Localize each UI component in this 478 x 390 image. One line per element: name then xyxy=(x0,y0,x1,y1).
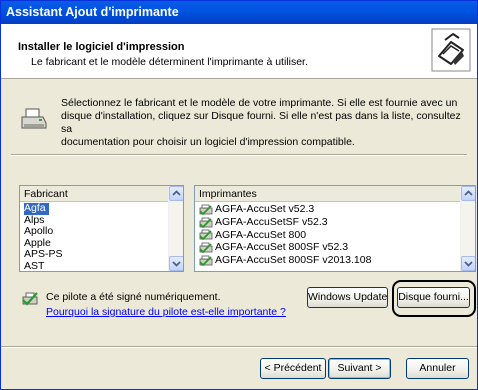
cancel-label: Annuler xyxy=(419,362,456,374)
separator xyxy=(1,346,477,348)
instructions-line: documentation pour choisir un logiciel d… xyxy=(61,136,355,148)
printer-driver-icon xyxy=(199,204,213,215)
manufacturer-item[interactable]: Agfa xyxy=(20,202,63,215)
printer-icon xyxy=(431,28,471,72)
manufacturer-scrollbar[interactable] xyxy=(168,186,183,271)
chevron-up-icon xyxy=(464,190,473,196)
printer-header-label: Imprimantes xyxy=(199,188,257,200)
printer-driver-icon xyxy=(199,230,213,241)
printer-items: AGFA-AccuSet v52.3 AGFA-AccuSetSF v52.3 … xyxy=(195,203,371,267)
manufacturer-list[interactable]: Fabricant Agfa Alps Apollo Apple APS-PS … xyxy=(19,185,184,272)
scroll-up-button[interactable] xyxy=(461,186,475,201)
printer-scrollbar[interactable] xyxy=(460,186,475,271)
cancel-button[interactable]: Annuler xyxy=(406,358,469,379)
manufacturer-items: Agfa Alps Apollo Apple APS-PS AST xyxy=(20,202,63,271)
printer-item[interactable]: AGFA-AccuSet 800SF v52.3 xyxy=(195,241,371,254)
printer-icon xyxy=(21,108,47,129)
back-button[interactable]: < Précédent xyxy=(260,358,326,379)
scroll-down-button[interactable] xyxy=(169,256,183,271)
printer-item-label: AGFA-AccuSet 800SF v52.3 xyxy=(215,241,349,254)
window-title: Assistant Ajout d'imprimante xyxy=(6,5,179,19)
printer-item[interactable]: AGFA-AccuSet v52.3 xyxy=(195,203,371,216)
instructions-line: Sélectionnez le fabricant et le modèle d… xyxy=(61,97,458,109)
add-printer-wizard-window: Assistant Ajout d'imprimante Installer l… xyxy=(0,0,478,390)
title-bar[interactable]: Assistant Ajout d'imprimante xyxy=(1,1,477,24)
printer-driver-icon xyxy=(199,217,213,228)
signed-driver-icon xyxy=(22,292,38,306)
manufacturer-header-label: Fabricant xyxy=(24,188,68,200)
manufacturer-item[interactable]: Apollo xyxy=(20,225,63,238)
next-label: Suivant > xyxy=(337,362,382,374)
chevron-down-icon xyxy=(464,261,473,267)
printer-item-label: AGFA-AccuSet v52.3 xyxy=(215,203,315,215)
printer-item[interactable]: AGFA-AccuSet 800SF v2013.108 xyxy=(195,254,371,267)
printer-item-label: AGFA-AccuSet 800 xyxy=(215,228,307,241)
header-subtitle: Le fabricant et le modèle déterminent l'… xyxy=(31,56,308,68)
wizard-header: Installer le logiciel d'impression Le fa… xyxy=(1,24,477,79)
signature-info-link[interactable]: Pourquoi la signature du pilote est-elle… xyxy=(46,306,286,318)
separator xyxy=(11,154,467,156)
scroll-down-button[interactable] xyxy=(461,256,475,271)
manufacturer-item[interactable]: AST xyxy=(20,260,63,271)
windows-update-label: Windows Update xyxy=(308,291,388,303)
printer-list[interactable]: Imprimantes AGFA-AccuSet v52.3 AGFA-Accu… xyxy=(194,185,476,272)
highlight-ring xyxy=(392,280,476,317)
signature-status-text: Ce pilote a été signé numériquement. xyxy=(46,291,221,303)
printer-item-label: AGFA-AccuSet 800SF v2013.108 xyxy=(215,254,372,267)
manufacturer-item[interactable]: APS-PS xyxy=(20,248,63,261)
manufacturer-column-header[interactable]: Fabricant xyxy=(20,186,170,202)
printer-driver-icon xyxy=(199,242,213,254)
printer-column-header[interactable]: Imprimantes xyxy=(195,186,462,202)
printer-driver-icon xyxy=(199,255,213,267)
printer-item-label: AGFA-AccuSetSF v52.3 xyxy=(215,215,328,228)
next-button[interactable]: Suivant > xyxy=(328,358,391,379)
chevron-down-icon xyxy=(172,261,181,267)
back-label: < Précédent xyxy=(264,362,322,374)
printer-item[interactable]: AGFA-AccuSet 800 xyxy=(195,229,371,242)
printer-item[interactable]: AGFA-AccuSetSF v52.3 xyxy=(195,216,371,229)
instructions-text: Sélectionnez le fabricant et le modèle d… xyxy=(61,97,461,149)
windows-update-button[interactable]: Windows Update xyxy=(307,287,388,308)
instructions-line: disque d'installation, cliquez sur Disqu… xyxy=(61,110,461,135)
scroll-up-button[interactable] xyxy=(169,186,183,201)
header-title: Installer le logiciel d'impression xyxy=(18,41,185,53)
manufacturer-item-label: Agfa xyxy=(24,202,49,215)
chevron-up-icon xyxy=(172,190,181,196)
